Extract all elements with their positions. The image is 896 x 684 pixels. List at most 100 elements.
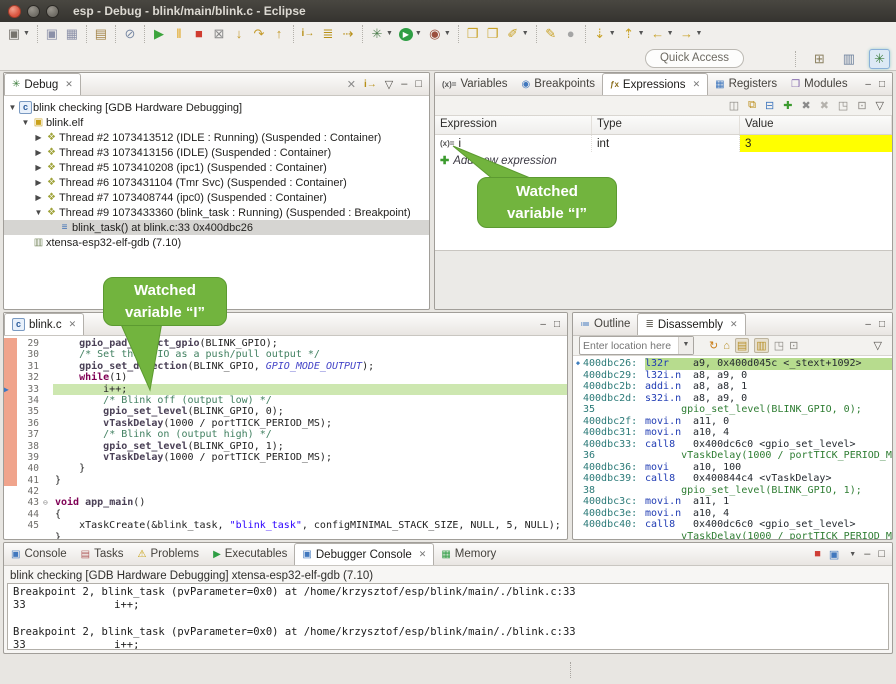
close-icon[interactable]: ✕: [730, 319, 738, 330]
quick-access-button[interactable]: Quick Access: [645, 49, 744, 68]
code-editor[interactable]: 29 gpio_pad_select_gpio(BLINK_GPIO);30 /…: [4, 336, 567, 540]
open-new-view-icon[interactable]: ◳: [774, 339, 784, 352]
annotation-ruler[interactable]: [4, 486, 17, 497]
add-expression-icon[interactable]: ✚: [783, 99, 792, 112]
debug-perspective-button[interactable]: ✳: [869, 49, 890, 69]
pin-view-icon[interactable]: ⊡: [789, 339, 798, 352]
flash-target-button[interactable]: ✐▼: [503, 24, 532, 44]
resume-button[interactable]: ▶: [149, 24, 169, 44]
previous-annotation-button[interactable]: ⇡▼: [619, 24, 648, 44]
annotation-ruler[interactable]: [4, 418, 17, 429]
last-edit-location-button[interactable]: ⇣▼: [590, 24, 619, 44]
tab-registers[interactable]: ▦Registers: [708, 73, 784, 95]
annotation-ruler[interactable]: [4, 429, 17, 440]
annotation-ruler[interactable]: [4, 372, 17, 383]
remove-all-expressions-icon[interactable]: ✖: [820, 99, 829, 112]
pin-view-icon[interactable]: ⊡: [857, 99, 866, 112]
tab-debug[interactable]: ✳ Debug ✕: [4, 73, 81, 95]
step-return-button[interactable]: ↑: [269, 24, 289, 44]
remove-all-terminated-icon[interactable]: ✕: [347, 78, 356, 91]
tab-executables[interactable]: ▶Executables: [206, 543, 294, 565]
open-perspective-button[interactable]: ⊞: [810, 50, 829, 68]
window-maximize-button[interactable]: [46, 5, 59, 18]
maximize-icon[interactable]: □: [415, 78, 422, 90]
annotation-ruler[interactable]: [4, 509, 17, 520]
view-menu-icon[interactable]: ▽: [385, 78, 393, 91]
chevron-down-icon[interactable]: ▼: [667, 24, 674, 44]
tab-disassembly[interactable]: ≣Disassembly✕: [637, 313, 745, 335]
build-button[interactable]: ▤: [91, 24, 111, 44]
column-header-value[interactable]: Value: [740, 116, 892, 134]
tab-breakpoints[interactable]: ◉Breakpoints: [515, 73, 602, 95]
maximize-icon[interactable]: □: [879, 79, 885, 90]
terminate-button[interactable]: ■: [189, 24, 209, 44]
paintbrush-button[interactable]: ✎: [541, 24, 561, 44]
tab-expressions[interactable]: ƒxExpressions✕: [602, 73, 708, 95]
view-menu-icon[interactable]: ▽: [874, 339, 882, 352]
instruction-stepping-mode-icon[interactable]: i→: [364, 79, 377, 90]
step-over-button[interactable]: ↷: [249, 24, 269, 44]
debug-tree-node[interactable]: ▶❖Thread #5 1073410208 (ipc1) (Suspended…: [4, 160, 429, 175]
chevron-down-icon[interactable]: ▼: [696, 24, 703, 44]
debug-tree-node[interactable]: ▶❖Thread #6 1073431104 (Tmr Svc) (Suspen…: [4, 175, 429, 190]
chevron-down-icon[interactable]: ▼: [678, 337, 693, 354]
annotation-ruler[interactable]: [4, 475, 17, 486]
forward-button[interactable]: →▼: [677, 24, 706, 44]
close-icon[interactable]: ✕: [65, 79, 73, 90]
close-icon[interactable]: ✕: [693, 79, 701, 90]
column-header-expression[interactable]: Expression: [435, 116, 592, 134]
save-button[interactable]: ▣: [42, 24, 62, 44]
tab-debugger-console[interactable]: ▣Debugger Console✕: [294, 543, 434, 565]
close-icon[interactable]: ✕: [69, 319, 77, 330]
debug-tree-node[interactable]: ▼❖Thread #9 1073433360 (blink_task : Run…: [4, 205, 429, 220]
tab-console[interactable]: ▣Console: [4, 543, 74, 565]
debug-tree-node[interactable]: ≡blink_task() at blink.c:33 0x400dbc26: [4, 220, 429, 235]
show-logical-structure-icon[interactable]: ⧉: [748, 99, 756, 112]
open-file-button[interactable]: ❐: [483, 24, 503, 44]
annotation-ruler[interactable]: [4, 441, 17, 452]
disconnect-button[interactable]: ⊠: [209, 24, 229, 44]
debug-tree-node[interactable]: ▥xtensa-esp32-elf-gdb (7.10): [4, 235, 429, 250]
view-menu-icon[interactable]: ▽: [876, 99, 884, 112]
chevron-down-icon[interactable]: ▼: [444, 24, 451, 44]
annotation-ruler[interactable]: [4, 338, 17, 349]
back-button[interactable]: ←▼: [648, 24, 677, 44]
instruction-stepping-button[interactable]: i→: [298, 24, 318, 44]
tab-memory[interactable]: ▦Memory: [434, 543, 503, 565]
suspend-button[interactable]: ‖: [169, 24, 189, 44]
debug-tree-node[interactable]: ▶❖Thread #7 1073408744 (ipc0) (Suspended…: [4, 190, 429, 205]
disassembly-listing[interactable]: ◆400dbc26:l32ra9, 0x400d045c <_stext+109…: [573, 356, 892, 540]
maximize-icon[interactable]: □: [554, 319, 560, 330]
step-into-button[interactable]: ↓: [229, 24, 249, 44]
display-selected-console-icon[interactable]: ▣: [829, 548, 839, 561]
open-folder-button[interactable]: ❒: [463, 24, 483, 44]
maximize-icon[interactable]: □: [878, 548, 885, 560]
chevron-down-icon[interactable]: ▼: [386, 24, 393, 44]
chevron-down-icon[interactable]: ▼: [522, 24, 529, 44]
maximize-icon[interactable]: □: [879, 319, 885, 330]
minimize-icon[interactable]: –: [864, 548, 870, 560]
home-icon[interactable]: ⌂: [723, 340, 730, 352]
debug-launch-tree[interactable]: ▼cblink checking [GDB Hardware Debugging…: [4, 96, 429, 250]
external-tools-button[interactable]: ◉▼: [425, 24, 454, 44]
tab-modules[interactable]: ❒Modules: [784, 73, 854, 95]
open-new-view-icon[interactable]: ◳: [838, 99, 848, 112]
collapse-all-icon[interactable]: ⊟: [765, 99, 774, 112]
annotation-ruler[interactable]: [4, 349, 17, 360]
location-combo[interactable]: ▼: [579, 336, 694, 355]
annotation-ruler[interactable]: [4, 452, 17, 463]
window-minimize-button[interactable]: [27, 5, 40, 18]
chevron-down-icon[interactable]: ▼: [23, 24, 30, 44]
annotation-ruler[interactable]: [4, 406, 17, 417]
orb-button[interactable]: ●: [561, 24, 581, 44]
minimize-icon[interactable]: –: [401, 78, 407, 90]
cpp-perspective-button[interactable]: ▥: [839, 50, 859, 68]
chevron-down-icon[interactable]: ▼: [609, 24, 616, 44]
expression-detail-pane[interactable]: [435, 250, 892, 309]
annotation-ruler[interactable]: [4, 532, 17, 540]
debug-button[interactable]: ✳▼: [367, 24, 396, 44]
column-header-type[interactable]: Type: [592, 116, 740, 134]
tab-outline[interactable]: ≔Outline: [573, 313, 637, 335]
step-filters-button[interactable]: ≣: [318, 24, 338, 44]
refresh-icon[interactable]: ↻: [709, 339, 718, 352]
